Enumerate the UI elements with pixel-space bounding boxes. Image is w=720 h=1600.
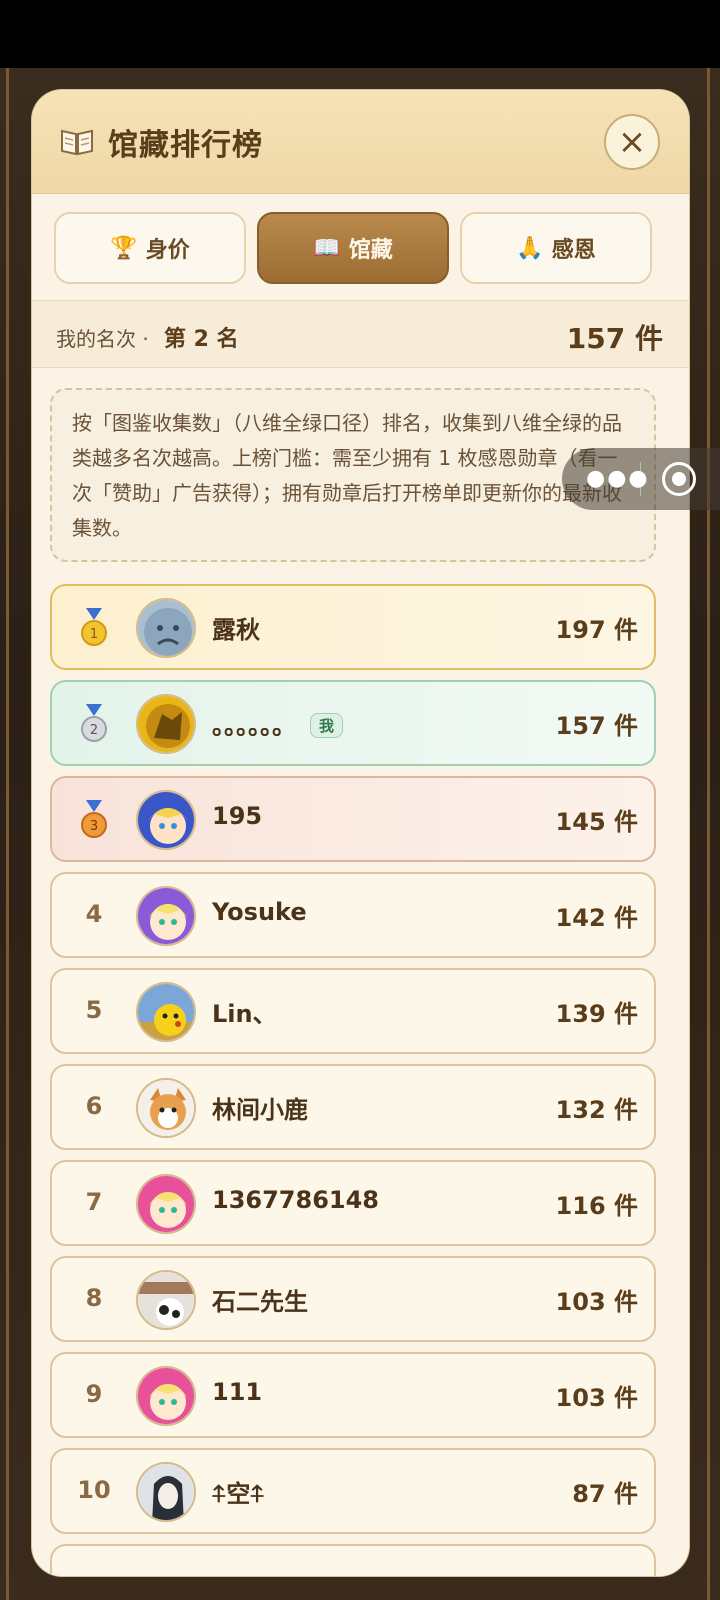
avatar <box>136 1462 196 1522</box>
avatar <box>136 694 196 754</box>
collection-count: 87 件 <box>572 1480 638 1508</box>
table-row[interactable] <box>50 1544 656 1576</box>
close-icon: × <box>617 122 647 162</box>
avatar <box>136 1270 196 1330</box>
silver-medal-icon: 2 <box>81 704 107 742</box>
player-name: ⍏空⍏ <box>212 1480 265 1508</box>
my-rank-value: 第 2 名 <box>164 327 239 352</box>
avatar <box>136 1174 196 1234</box>
close-button[interactable]: × <box>604 114 660 170</box>
pray-icon: 🙏 <box>516 235 544 261</box>
player-name: 石二先生 <box>212 1288 308 1316</box>
table-row[interactable]: 10 ⍏空⍏ 87 件 <box>50 1448 656 1534</box>
rank-number: 9 <box>85 1380 103 1408</box>
rank-number: 5 <box>85 996 103 1024</box>
table-row[interactable]: 4 Yosuke 142 件 <box>50 872 656 958</box>
player-name: 195 <box>212 802 263 830</box>
tab-gratitude[interactable]: 🙏 感恩 <box>460 212 652 284</box>
book-icon: 📖 <box>313 235 341 261</box>
avatar <box>136 790 196 850</box>
bronze-medal-icon: 3 <box>81 800 107 838</box>
player-name: Yosuke <box>212 898 307 926</box>
player-name: 露秋 <box>212 616 260 644</box>
tab-label: 身价 <box>145 238 190 263</box>
ranking-panel: 馆藏排行榜 × 🏆 身价 📖 馆藏 🙏 感恩 我的名次 · 第 2 名 157 … <box>32 90 689 1576</box>
ranking-list[interactable]: 1 露秋 197 件 2 。。。。。。 我 157 件 3 195 145 件 … <box>50 584 656 1576</box>
collection-count: 142 件 <box>555 904 638 932</box>
table-row[interactable]: 6 林间小鹿 132 件 <box>50 1064 656 1150</box>
page-title: 馆藏排行榜 <box>108 128 263 163</box>
status-bar <box>0 0 720 68</box>
capsule-divider <box>640 462 641 496</box>
me-badge: 我 <box>310 713 344 738</box>
table-row[interactable]: 3 195 145 件 <box>50 776 656 862</box>
panel-header: 馆藏排行榜 × <box>32 90 689 194</box>
my-rank-bar: 我的名次 · 第 2 名 157 件 <box>32 300 689 368</box>
tab-worth[interactable]: 🏆 身价 <box>54 212 246 284</box>
avatar <box>136 1366 196 1426</box>
rank-number: 10 <box>77 1476 111 1504</box>
rank-number: 6 <box>85 1092 103 1120</box>
collection-count: 197 件 <box>555 616 638 644</box>
collection-count: 132 件 <box>555 1096 638 1124</box>
tab-label: 感恩 <box>551 238 596 263</box>
avatar <box>136 1078 196 1138</box>
table-row-me[interactable]: 2 。。。。。。我 157 件 <box>50 680 656 766</box>
gold-medal-icon: 1 <box>81 608 107 646</box>
book-icon <box>61 129 93 156</box>
table-row[interactable]: 9 111 103 件 <box>50 1352 656 1438</box>
table-row[interactable]: 7 1367786148 116 件 <box>50 1160 656 1246</box>
my-rank-label: 我的名次 · <box>56 327 149 351</box>
svg-text:1: 1 <box>90 627 98 642</box>
avatar <box>136 598 196 658</box>
tab-bar: 🏆 身价 📖 馆藏 🙏 感恩 <box>54 212 667 284</box>
player-name: Lin、 <box>212 1000 277 1028</box>
player-name: 1367786148 <box>212 1186 379 1214</box>
svg-text:3: 3 <box>90 819 98 834</box>
player-name: 。。。。。。我 <box>212 706 344 741</box>
avatar <box>136 886 196 946</box>
player-name: 林间小鹿 <box>212 1096 308 1124</box>
close-target-icon[interactable] <box>662 462 696 496</box>
tab-collection[interactable]: 📖 馆藏 <box>257 212 449 284</box>
collection-count: 103 件 <box>555 1384 638 1412</box>
mini-program-capsule: ●●● <box>562 448 720 510</box>
collection-count: 145 件 <box>555 808 638 836</box>
tab-label: 馆藏 <box>348 238 393 263</box>
avatar <box>136 982 196 1042</box>
table-row[interactable]: 8 石二先生 103 件 <box>50 1256 656 1342</box>
collection-count: 157 件 <box>555 712 638 740</box>
table-row[interactable]: 5 Lin、 139 件 <box>50 968 656 1054</box>
rank-number: 4 <box>85 900 103 928</box>
my-rank-count: 157 件 <box>566 322 663 355</box>
collection-count: 139 件 <box>555 1000 638 1028</box>
table-row[interactable]: 1 露秋 197 件 <box>50 584 656 670</box>
trophy-icon: 🏆 <box>110 235 138 261</box>
player-name: 111 <box>212 1378 263 1406</box>
player-name-text: 。。。。。。 <box>212 712 296 740</box>
collection-count: 103 件 <box>555 1288 638 1316</box>
collection-count: 116 件 <box>555 1192 638 1220</box>
rank-number: 8 <box>85 1284 103 1312</box>
svg-text:2: 2 <box>90 723 98 738</box>
rank-number: 7 <box>85 1188 103 1216</box>
